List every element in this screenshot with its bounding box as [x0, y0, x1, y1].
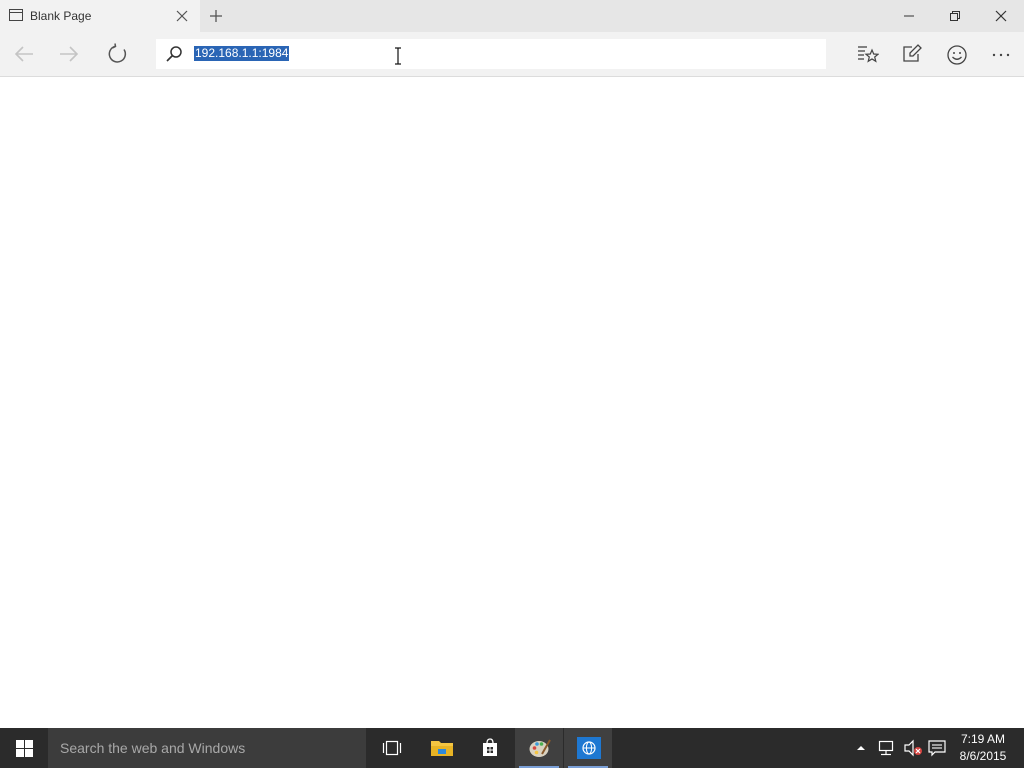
show-hidden-icons-chevron-icon[interactable] — [855, 743, 867, 753]
feedback-button[interactable] — [941, 40, 971, 68]
browser-toolbar: 192.168.1.1:1984 — [0, 32, 1024, 77]
taskbar: Search the web and Windows 7:19 AM 8/6/2… — [0, 728, 1024, 768]
browser-tab[interactable]: Blank Page — [0, 0, 200, 32]
tab-title: Blank Page — [30, 9, 92, 23]
text-cursor-icon — [395, 47, 401, 65]
taskbar-clock[interactable]: 7:19 AM 8/6/2015 — [948, 728, 1018, 768]
pen-icon — [903, 44, 922, 62]
windows-logo-icon — [16, 740, 33, 757]
page-icon — [9, 9, 23, 21]
minimize-icon — [904, 15, 914, 17]
browser-app-button[interactable] — [564, 728, 612, 768]
back-button[interactable] — [9, 40, 39, 68]
start-button[interactable] — [0, 728, 48, 768]
url-input[interactable]: 192.168.1.1:1984 — [194, 46, 290, 61]
restore-icon — [950, 11, 960, 21]
file-explorer-button[interactable] — [417, 728, 465, 768]
web-note-button[interactable] — [897, 40, 927, 68]
back-arrow-icon — [14, 46, 33, 62]
globe-icon — [577, 737, 601, 759]
store-button[interactable] — [466, 728, 514, 768]
network-icon[interactable] — [877, 739, 897, 757]
address-bar[interactable]: 192.168.1.1:1984 — [156, 39, 826, 69]
page-content[interactable] — [0, 77, 1024, 728]
forward-arrow-icon — [60, 46, 79, 62]
task-view-icon — [382, 740, 402, 756]
smiley-icon — [947, 45, 967, 65]
more-button[interactable] — [985, 40, 1015, 68]
paint-palette-icon — [529, 739, 551, 757]
minimize-button[interactable] — [886, 0, 932, 32]
taskbar-search-box[interactable]: Search the web and Windows — [48, 728, 366, 768]
close-tab-icon[interactable] — [172, 6, 192, 26]
action-center-icon[interactable] — [927, 739, 947, 757]
title-bar: Blank Page — [0, 0, 1024, 32]
forward-button[interactable] — [54, 40, 84, 68]
refresh-icon — [108, 43, 127, 63]
restore-button[interactable] — [932, 0, 978, 32]
store-bag-icon — [483, 738, 497, 756]
task-view-button[interactable] — [368, 728, 416, 768]
favorites-star-icon — [858, 46, 879, 63]
close-icon — [995, 10, 1007, 22]
paint-app-button[interactable] — [515, 728, 563, 768]
clock-time: 7:19 AM — [960, 732, 1006, 746]
new-tab-plus-icon[interactable] — [205, 6, 227, 26]
folder-icon — [431, 741, 453, 756]
ellipsis-icon — [992, 53, 1010, 57]
volume-muted-icon[interactable] — [903, 739, 923, 757]
close-window-button[interactable] — [978, 0, 1024, 32]
clock-date: 8/6/2015 — [959, 749, 1007, 763]
refresh-button[interactable] — [103, 40, 133, 68]
search-icon — [166, 46, 182, 62]
taskbar-search-placeholder: Search the web and Windows — [60, 740, 246, 756]
reading-list-button[interactable] — [852, 40, 882, 68]
